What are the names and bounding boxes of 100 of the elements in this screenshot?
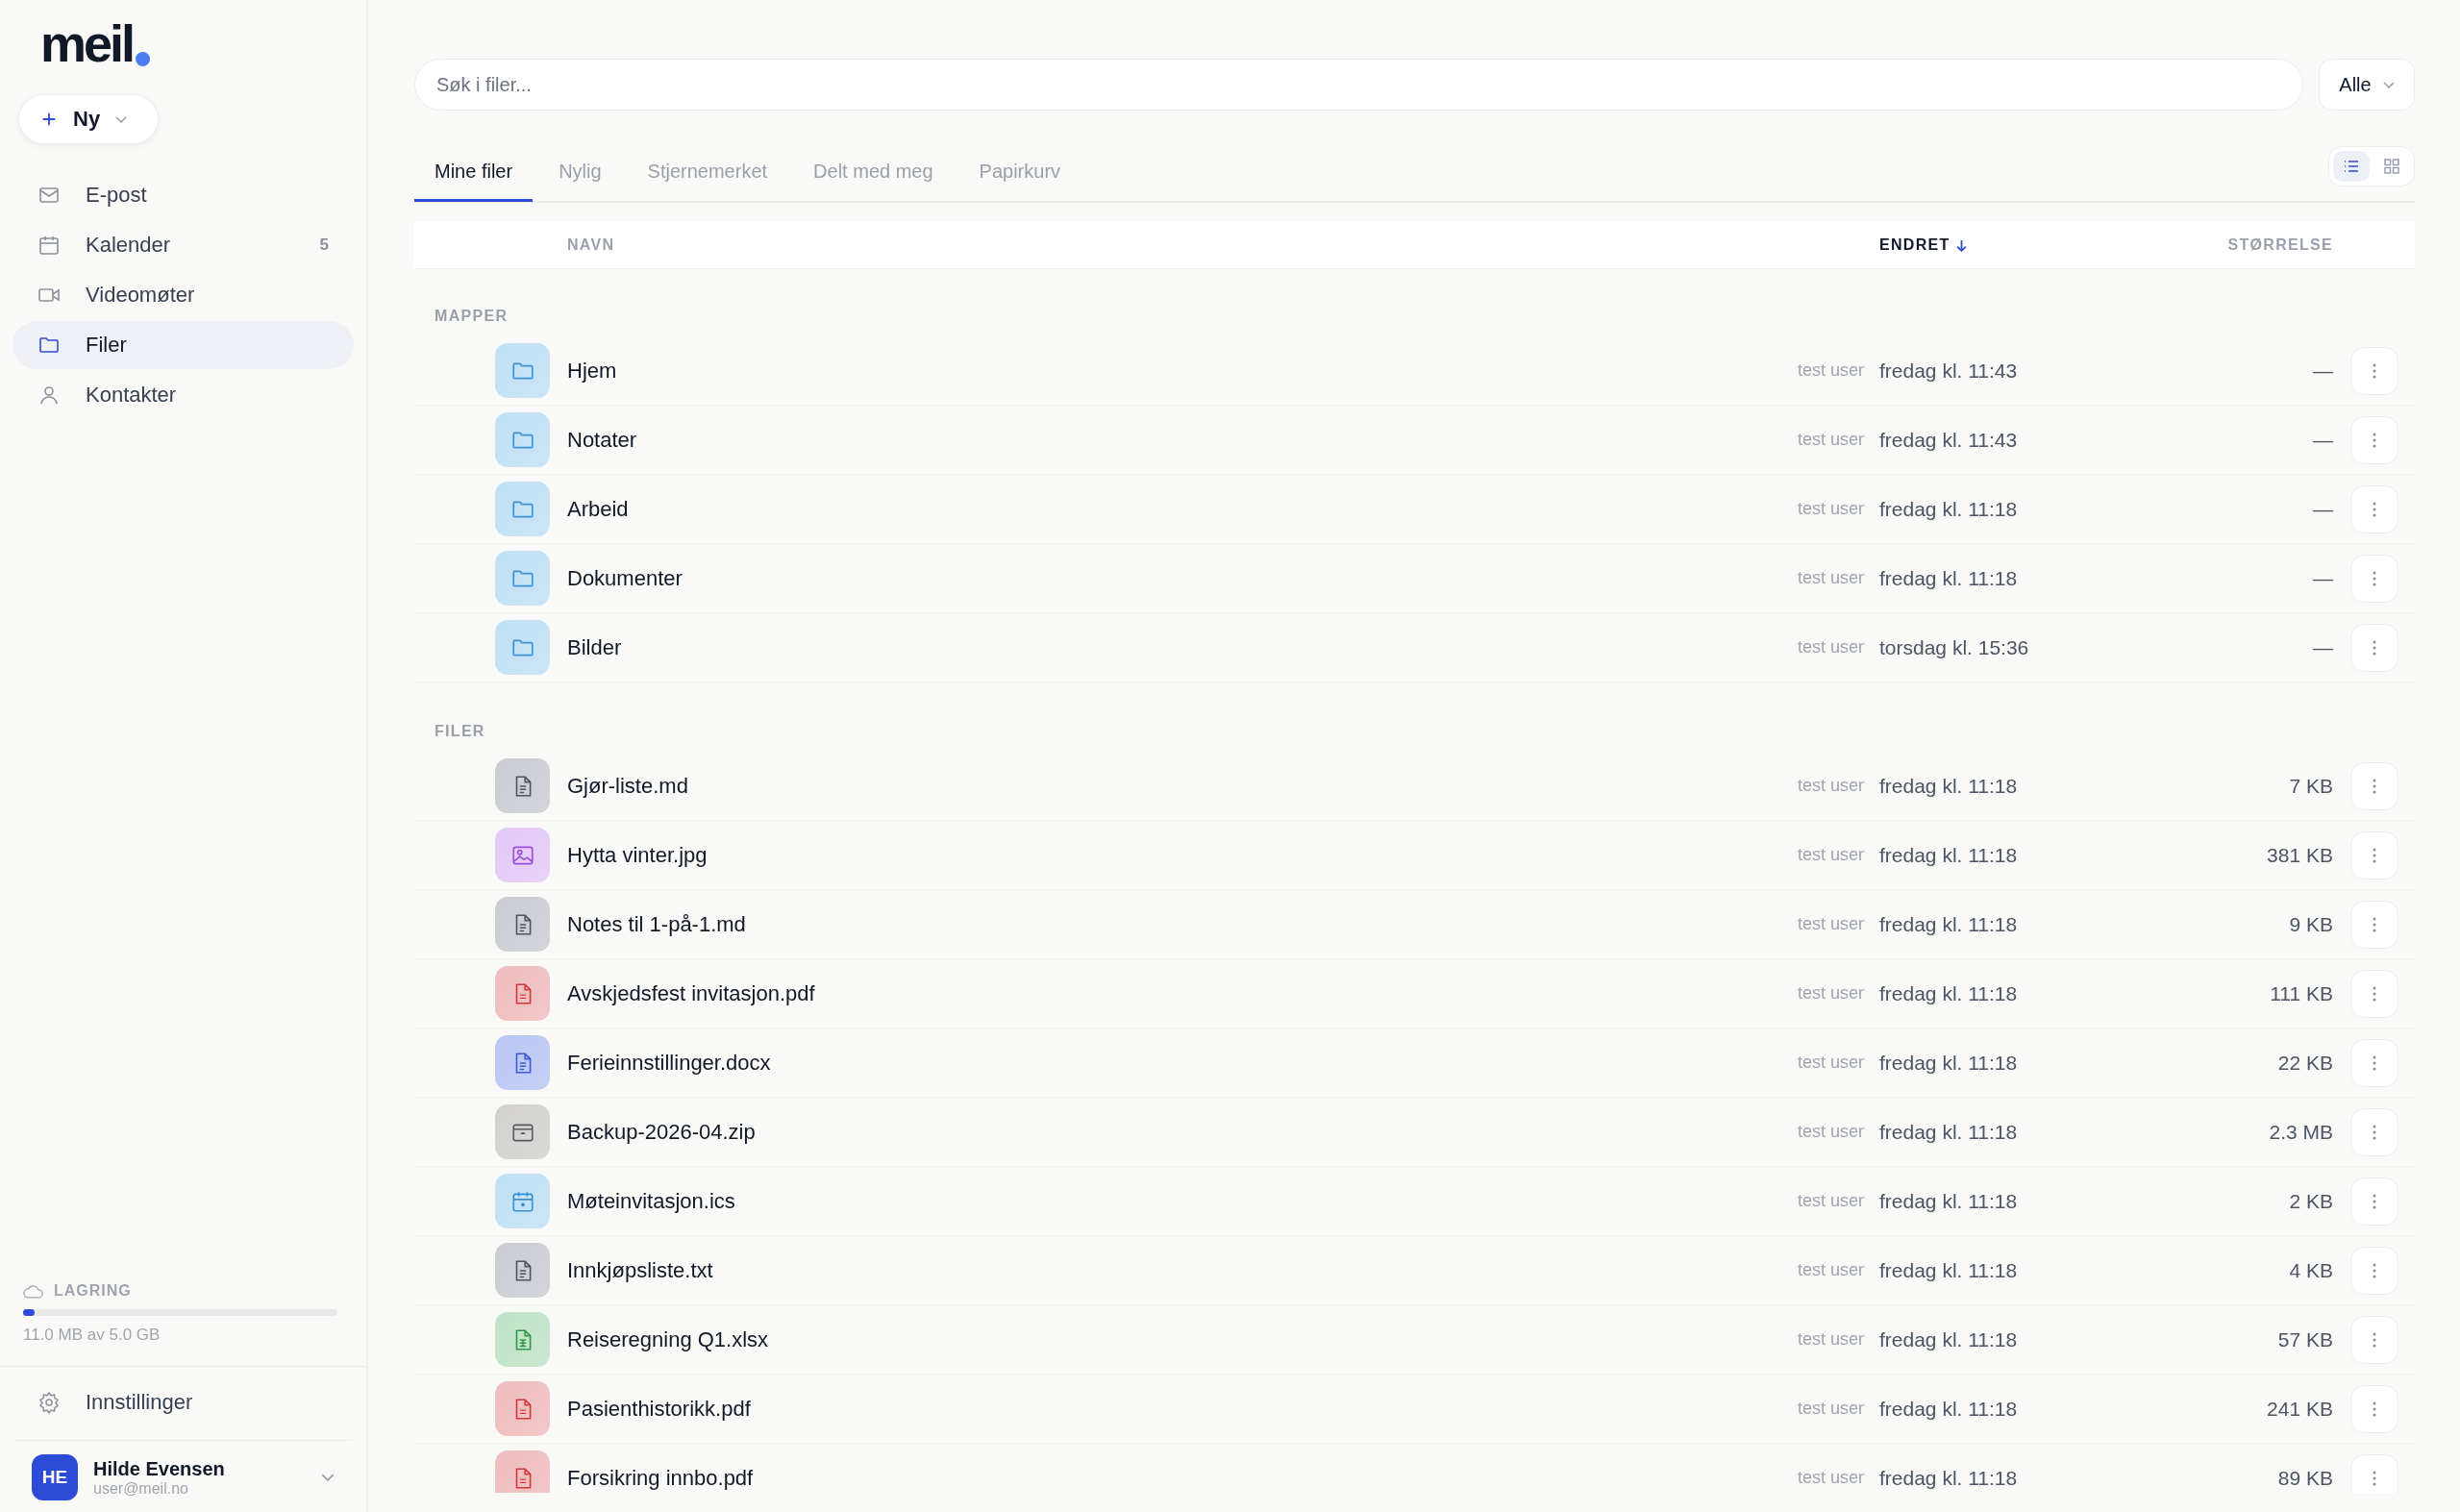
file-name: Notes til 1-på-1.md (567, 911, 747, 937)
file-row[interactable]: Forsikring innbo.pdf test user fredag kl. 11:18 89 KB (414, 1444, 2415, 1493)
file-row[interactable]: Hjem test user fredag kl. 11:43 — (414, 336, 2415, 406)
nav-item[interactable]: Kontakter (12, 371, 354, 419)
file-row[interactable]: Reiseregning Q1.xlsx test user fredag kl. 11:18 57 KB (414, 1305, 2415, 1375)
modified-date: torsdag kl. 15:36 (1879, 635, 2030, 659)
more-button[interactable] (2350, 1177, 2398, 1226)
cloud-icon (23, 1283, 44, 1299)
more-button[interactable] (2350, 1246, 2398, 1295)
more-icon (2373, 1262, 2376, 1278)
file-name: Arbeid (567, 496, 630, 522)
file-size: 89 KB (2277, 1466, 2333, 1490)
more-button[interactable] (2350, 1453, 2398, 1493)
document-icon (495, 897, 550, 952)
file-name: Hytta vinter.jpg (567, 842, 708, 868)
file-size: 9 KB (2289, 912, 2333, 936)
owner: test user (1797, 1329, 1864, 1350)
settings-icon (37, 1391, 61, 1414)
more-button[interactable] (2350, 484, 2398, 533)
new-button[interactable]: Ny (18, 94, 159, 144)
settings-item[interactable]: Innstillinger (12, 1378, 354, 1426)
filter-dropdown[interactable]: Alle (2319, 59, 2415, 111)
more-icon (2373, 432, 2376, 448)
pdf-file-icon (495, 966, 550, 1021)
file-name: Bilder (567, 634, 623, 660)
tab[interactable]: Mine filer (414, 144, 534, 202)
more-icon (2373, 501, 2376, 517)
file-size: 2 KB (2289, 1189, 2333, 1213)
nav-item[interactable]: Filer (12, 321, 354, 369)
file-row[interactable]: Notater test user fredag kl. 11:43 — (414, 406, 2415, 475)
more-button[interactable] (2350, 346, 2398, 395)
file-row[interactable]: Dokumenter test user fredag kl. 11:18 — (414, 544, 2415, 613)
more-icon (2373, 916, 2376, 932)
modified-date: fredag kl. 11:18 (1879, 1189, 2019, 1213)
user-menu[interactable]: HE Hilde Evensen user@meil.no (14, 1440, 352, 1500)
pdf-file-icon (495, 1450, 550, 1493)
folder-icon (495, 620, 550, 675)
nav-item[interactable]: Kalender 5 (12, 221, 354, 269)
section-heading: MAPPER (434, 307, 509, 326)
file-row[interactable]: Innkjøpsliste.txt test user fredag kl. 11:18 4 KB (414, 1236, 2415, 1305)
more-button[interactable] (2350, 1038, 2398, 1087)
file-row[interactable]: Hytta vinter.jpg test user fredag kl. 11:18 381 KB (414, 821, 2415, 890)
chevron-down-icon (115, 115, 128, 123)
file-row[interactable]: Ferieinnstillinger.docx test user fredag kl. 11:18 22 KB (414, 1029, 2415, 1098)
owner: test user (1797, 430, 1864, 450)
more-button[interactable] (2350, 969, 2398, 1018)
section-heading: FILER (434, 722, 486, 741)
nav-item[interactable]: Videomøter (12, 271, 354, 319)
file-name: Innkjøpsliste.txt (567, 1257, 714, 1283)
more-icon (2373, 1400, 2376, 1417)
file-row[interactable]: Møteinvitasjon.ics test user fredag kl. 11:18 2 KB (414, 1167, 2415, 1236)
more-button[interactable] (2350, 1107, 2398, 1156)
file-size: — (2313, 497, 2333, 521)
more-icon (2373, 985, 2376, 1002)
search-field[interactable]: Søk i filer... (414, 59, 2303, 111)
owner: test user (1797, 1468, 1864, 1488)
file-size: 111 KB (2270, 981, 2333, 1005)
list-icon (2344, 159, 2359, 174)
unread-count: 5 (319, 235, 329, 255)
more-button[interactable] (2350, 900, 2398, 949)
list-view-button[interactable] (2333, 151, 2370, 182)
modified-date: fredag kl. 11:18 (1879, 1397, 2019, 1421)
chevron-down-icon (2382, 81, 2395, 88)
modified-date: fredag kl. 11:18 (1879, 1466, 2019, 1490)
nav-item[interactable]: E-post (12, 171, 354, 219)
spreadsheet-icon (495, 1312, 550, 1367)
file-row[interactable]: Gjør-liste.md test user fredag kl. 11:18 7 KB (414, 752, 2415, 821)
file-row[interactable]: Avskjedsfest invitasjon.pdf test user fredag kl. 11:18 111 KB (414, 959, 2415, 1029)
more-button[interactable] (2350, 1384, 2398, 1433)
more-button[interactable] (2350, 623, 2398, 672)
file-name: Forsikring innbo.pdf (567, 1465, 755, 1491)
more-button[interactable] (2350, 761, 2398, 810)
owner: test user (1797, 1260, 1864, 1280)
folder-icon (495, 482, 550, 536)
more-button[interactable] (2350, 830, 2398, 880)
calendar-icon (37, 234, 61, 257)
column-header[interactable]: ENDRET (1879, 236, 2168, 254)
modified-date: fredag kl. 11:18 (1879, 843, 2019, 867)
file-row[interactable]: Pasienthistorikk.pdf test user fredag kl. 11:18 241 KB (414, 1375, 2415, 1444)
more-button[interactable] (2350, 1315, 2398, 1364)
more-button[interactable] (2350, 554, 2398, 603)
owner: test user (1797, 1053, 1864, 1073)
more-icon (2373, 1124, 2376, 1140)
owner: test user (1797, 845, 1864, 865)
file-row[interactable]: Notes til 1-på-1.md test user fredag kl. 11:18 9 KB (414, 890, 2415, 959)
avatar: HE (32, 1454, 78, 1500)
file-name: Notater (567, 427, 638, 453)
modified-date: fredag kl. 11:43 (1879, 428, 2019, 452)
more-button[interactable] (2350, 415, 2398, 464)
user-email: user@meil.no (93, 1479, 189, 1498)
file-size: 2.3 MB (2269, 1120, 2333, 1144)
owner: test user (1797, 568, 1864, 588)
file-row[interactable]: Backup-2026-04.zip test user fredag kl. 11:18 2.3 MB (414, 1098, 2415, 1167)
more-icon (2373, 1470, 2376, 1486)
folder-icon (495, 343, 550, 398)
file-row[interactable]: Arbeid test user fredag kl. 11:18 — (414, 475, 2415, 544)
file-row[interactable]: Bilder test user torsdag kl. 15:36 — (414, 613, 2415, 682)
file-size: — (2313, 428, 2333, 452)
folder-icon (495, 412, 550, 467)
owner: test user (1797, 914, 1864, 934)
